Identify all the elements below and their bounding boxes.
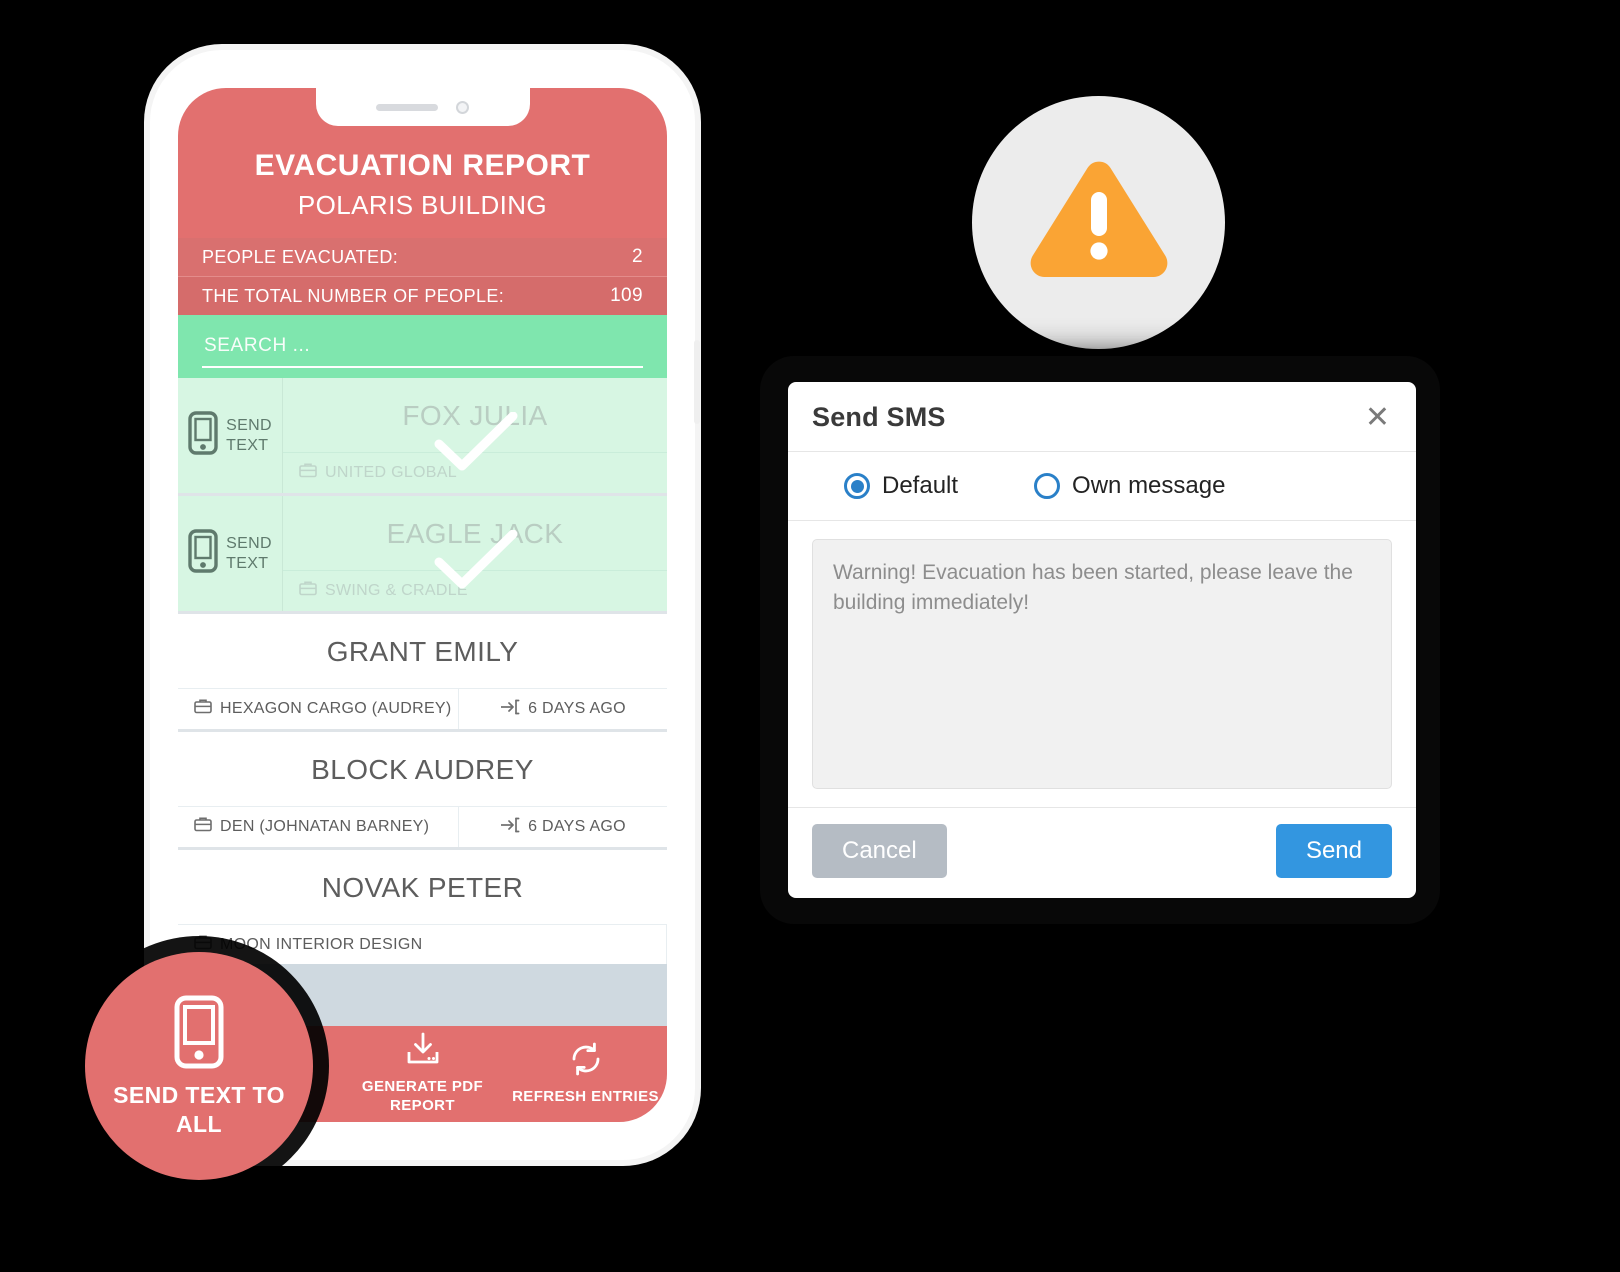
- entry-body: EAGLE JACK SWING & CRADLE: [283, 496, 667, 611]
- mobile-phone-icon: [188, 411, 218, 460]
- stat-total-people: THE TOTAL NUMBER OF PEOPLE: 109: [178, 277, 667, 316]
- phone-notch: [315, 88, 530, 126]
- mobile-phone-icon: [188, 529, 218, 578]
- stat-value: 2: [632, 246, 643, 268]
- warning-badge: [972, 96, 1225, 349]
- send-text-to-all-label: SEND TEXT TO ALL: [113, 1082, 285, 1137]
- radio-label-default: Default: [882, 472, 959, 499]
- refresh-entries-button[interactable]: REFRESH ENTRIES: [504, 1026, 667, 1122]
- sms-dialog-backdrop: Send SMS ✕ Default Own message Cancel Se…: [760, 356, 1440, 924]
- send-text-label: SEND TEXT: [226, 535, 272, 572]
- entry-meta: UNITED GLOBAL: [283, 452, 667, 493]
- entry-company-label: UNITED GLOBAL: [325, 463, 457, 481]
- cancel-button[interactable]: Cancel: [812, 824, 947, 878]
- stat-label: PEOPLE EVACUATED:: [202, 246, 399, 267]
- screenshot-root: EVACUATION REPORT POLARIS BUILDING PEOPL…: [0, 0, 1620, 1272]
- stat-label: THE TOTAL NUMBER OF PEOPLE:: [202, 285, 505, 306]
- send-text-button[interactable]: SEND TEXT: [178, 496, 283, 612]
- entry-name: GRANT EMILY: [326, 636, 519, 668]
- phone-side-button[interactable]: [694, 340, 700, 424]
- radio-dot-own-message[interactable]: [1034, 473, 1061, 499]
- table-row[interactable]: GRANT EMILY HEXAGON CARGO (AUDREY) 6 DAY…: [178, 614, 667, 733]
- sign-in-arrow-icon: [500, 699, 520, 720]
- entry-time: 6 DAYS AGO: [459, 807, 667, 847]
- entry-body: FOX JULIA UNITED GLOBAL: [283, 378, 667, 493]
- radio-option-default[interactable]: Default: [844, 472, 958, 500]
- generate-pdf-report-label: GENERATE PDF REPORT: [361, 1078, 484, 1114]
- close-icon[interactable]: ✕: [1363, 402, 1392, 433]
- radio-label-own-message: Own message: [1072, 472, 1226, 499]
- entry-company-label: MOON INTERIOR DESIGN: [220, 935, 423, 953]
- generate-pdf-report-button[interactable]: GENERATE PDF REPORT: [341, 1026, 504, 1122]
- entry-company: HEXAGON CARGO (AUDREY): [178, 689, 459, 730]
- briefcase-icon: [299, 462, 317, 483]
- refresh-icon: [568, 1042, 604, 1081]
- warning-triangle-icon: [1026, 156, 1172, 289]
- table-row[interactable]: SEND TEXT EAGLE JACK SWING & CRADLE: [178, 496, 667, 615]
- table-row[interactable]: BLOCK AUDREY DEN (JOHNATAN BARNEY) 6 DAY…: [178, 732, 667, 851]
- send-text-button[interactable]: SEND TEXT: [178, 378, 283, 494]
- entry-time: 6 DAYS AGO: [459, 689, 667, 729]
- entry-meta: SWING & CRADLE: [283, 570, 667, 611]
- briefcase-icon: [194, 698, 212, 719]
- sign-in-arrow-icon: [500, 817, 520, 838]
- entry-name: FOX JULIA: [402, 400, 548, 432]
- search-input[interactable]: [202, 331, 643, 369]
- entry-meta: MOON INTERIOR DESIGN: [178, 924, 667, 964]
- entry-company-label: SWING & CRADLE: [325, 581, 468, 599]
- page-title: EVACUATION REPORT: [254, 149, 591, 182]
- entry-company-label: DEN (JOHNATAN BARNEY): [220, 817, 430, 835]
- entry-company-label: HEXAGON CARGO (AUDREY): [220, 699, 452, 717]
- page-subtitle: POLARIS BUILDING: [297, 189, 548, 220]
- entry-company: SWING & CRADLE: [283, 571, 667, 611]
- entry-body: NOVAK PETER MOON INTERIOR DESIGN: [178, 850, 667, 964]
- entry-time-label: 6 DAYS AGO: [528, 700, 626, 718]
- send-button[interactable]: Send: [1275, 824, 1392, 878]
- stat-people-evacuated: PEOPLE EVACUATED: 2: [178, 238, 667, 278]
- send-text-label: SEND TEXT: [226, 417, 272, 454]
- entry-meta: HEXAGON CARGO (AUDREY) 6 DAYS AGO: [178, 688, 667, 730]
- stat-value: 109: [610, 285, 643, 307]
- table-row[interactable]: SEND TEXT FOX JULIA UNITED GLOBAL: [178, 378, 667, 497]
- entry-list: SEND TEXT FOX JULIA UNITED GLOBAL SEND T…: [178, 378, 667, 964]
- entry-name: EAGLE JACK: [386, 518, 564, 550]
- front-camera-icon: [456, 100, 469, 114]
- mobile-phone-icon: [172, 994, 226, 1075]
- dialog-body: [788, 521, 1416, 807]
- entry-name: NOVAK PETER: [321, 872, 524, 904]
- dialog-footer: Cancel Send: [788, 807, 1416, 898]
- briefcase-icon: [299, 580, 317, 601]
- speaker-grille: [376, 103, 438, 111]
- message-mode-radio-group: Default Own message: [788, 452, 1416, 521]
- entry-body: GRANT EMILY HEXAGON CARGO (AUDREY) 6 DAY…: [178, 614, 667, 730]
- radio-option-own-message[interactable]: Own message: [1034, 472, 1225, 500]
- send-sms-dialog: Send SMS ✕ Default Own message Cancel Se…: [788, 382, 1416, 898]
- entry-time-label: 6 DAYS AGO: [528, 818, 626, 836]
- dialog-title: Send SMS: [812, 402, 946, 432]
- entry-company: DEN (JOHNATAN BARNEY): [178, 807, 459, 848]
- sms-message-textarea[interactable]: [812, 539, 1392, 789]
- refresh-entries-label: REFRESH ENTRIES: [512, 1087, 659, 1105]
- search-bar: [178, 315, 667, 379]
- send-text-to-all-button[interactable]: SEND TEXT TO ALL: [85, 952, 313, 1180]
- entry-company: UNITED GLOBAL: [283, 453, 667, 493]
- table-row[interactable]: NOVAK PETER MOON INTERIOR DESIGN: [178, 850, 667, 964]
- download-tray-icon: [404, 1032, 442, 1071]
- entry-body: BLOCK AUDREY DEN (JOHNATAN BARNEY) 6 DAY…: [178, 732, 667, 848]
- briefcase-icon: [194, 816, 212, 837]
- radio-dot-default[interactable]: [844, 473, 870, 499]
- entry-company: MOON INTERIOR DESIGN: [178, 925, 667, 964]
- entry-name: BLOCK AUDREY: [311, 754, 534, 786]
- dialog-header: Send SMS ✕: [788, 382, 1416, 452]
- entry-meta: DEN (JOHNATAN BARNEY) 6 DAYS AGO: [178, 806, 667, 848]
